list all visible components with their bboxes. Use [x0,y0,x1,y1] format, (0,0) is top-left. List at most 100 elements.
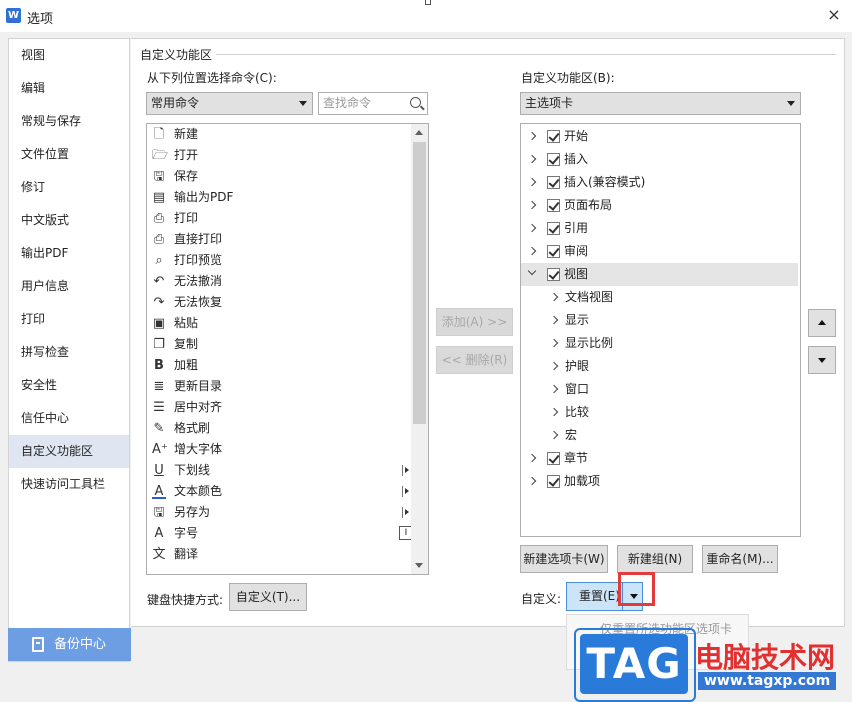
sidebar-item[interactable]: 快速访问工具栏 [9,468,129,501]
tab-checkbox[interactable] [547,268,560,281]
chevron-right-icon[interactable] [549,338,559,348]
chevron-right-icon[interactable] [549,292,559,302]
command-list-item[interactable]: 🖫 保存 [149,166,411,187]
backup-center-button[interactable]: 备份中心 [8,628,131,661]
chevron-right-icon[interactable] [549,384,559,394]
sidebar-item[interactable]: 修订 [9,171,129,204]
tab-checkbox[interactable] [547,452,560,465]
chevron-right-icon[interactable] [549,430,559,440]
command-list-item[interactable]: U 下划线 [149,460,411,481]
move-up-button[interactable] [808,309,836,337]
chevron-right-icon[interactable] [527,200,537,210]
move-down-button[interactable] [808,346,836,374]
sidebar-item[interactable]: 文件位置 [9,138,129,171]
command-source-dropdown[interactable]: 常用命令 [146,92,313,115]
chevron-down-icon[interactable] [527,266,537,276]
command-list-item[interactable]: 文翻译 [149,544,411,565]
ribbon-tab-tree[interactable]: 开始插入插入(兼容模式) 页面布局 引用 审阅 视图 文档视图 显示 显示比例 护眼 窗口 比较宏章… [520,123,801,537]
command-list-scrollbar[interactable] [411,124,428,574]
customizations-label: 自定义: [521,592,562,606]
sidebar-item[interactable]: 打印 [9,303,129,336]
sidebar-item[interactable]: 安全性 [9,369,129,402]
chevron-right-icon[interactable] [527,246,537,256]
sidebar-item[interactable]: 自定义功能区 [9,435,129,468]
add-button[interactable]: 添加(A) >> [436,308,513,336]
scroll-down-icon[interactable] [415,563,423,568]
sidebar-item[interactable]: 中文版式 [9,204,129,237]
wps-app-icon: W [6,8,21,23]
chevron-right-icon[interactable] [527,154,537,164]
ribbon-tab-node[interactable]: 页面布局 [521,194,798,217]
ribbon-tab-node[interactable]: 插入 [521,148,798,171]
ribbon-tab-node[interactable]: 视图 [521,263,798,286]
sidebar-item[interactable]: 视图 [9,39,129,72]
ribbon-group-node[interactable]: 护眼 [521,355,798,378]
remove-button[interactable]: << 删除(R) [436,346,513,374]
tab-checkbox[interactable] [547,153,560,166]
ribbon-tab-node[interactable]: 审阅 [521,240,798,263]
ribbon-group-node[interactable]: 宏 [521,424,798,447]
command-list-item[interactable]: ▤ 输出为PDF [149,187,411,208]
ribbon-group-node[interactable]: 显示 [521,309,798,332]
ribbon-group-node[interactable]: 窗口 [521,378,798,401]
search-icon[interactable] [410,97,421,108]
command-list-item[interactable]: B 加粗 [149,355,411,376]
tab-checkbox[interactable] [547,199,560,212]
ribbon-tab-node[interactable]: 开始 [521,125,798,148]
ribbon-tab-node[interactable]: 加载项 [521,470,798,493]
command-list-item[interactable]: A⁺ 增大字体 [149,439,411,460]
command-list-item[interactable]: 🗋 新建 [149,124,411,145]
tree-node-label: 插入 [564,152,589,166]
new-group-button[interactable]: 新建组(N) [617,545,693,573]
chevron-right-icon[interactable] [527,177,537,187]
ribbon-tab-node[interactable]: 章节 [521,447,798,470]
chevron-right-icon[interactable] [549,361,559,371]
command-search-input[interactable]: 查找命令 [318,92,428,115]
command-list-item[interactable]: ☰ 居中对齐 [149,397,411,418]
sidebar-item[interactable]: 用户信息 [9,270,129,303]
command-list-item[interactable]: ✎ 格式刷 [149,418,411,439]
tab-checkbox[interactable] [547,176,560,189]
ribbon-group-node[interactable]: 文档视图 [521,286,798,309]
command-list-item[interactable]: 🖫 另存为 [149,502,411,523]
command-list-item[interactable]: A 文本颜色 [149,481,411,502]
chevron-right-icon[interactable] [527,476,537,486]
command-list-item[interactable]: ↷ 无法恢复 [149,292,411,313]
scroll-thumb[interactable] [413,142,426,424]
sidebar-item[interactable]: 编辑 [9,72,129,105]
command-list[interactable]: 文翻译 A 字号 I 🖫 另存为 A 文本颜色 U 下划线 A⁺ 增大字体 ✎ 格式刷 ☰ 居中对齐 ≣ 更新目录… [146,123,429,575]
chevron-right-icon[interactable] [527,131,537,141]
command-list-item[interactable]: A 字号 I [149,523,413,544]
customize-shortcut-button[interactable]: 自定义(T)... [229,583,307,611]
command-list-item[interactable]: ⎙ 直接打印 [149,229,411,250]
chevron-right-icon[interactable] [549,315,559,325]
ribbon-scope-dropdown[interactable]: 主选项卡 [520,92,801,115]
tab-checkbox[interactable] [547,245,560,258]
sidebar-item[interactable]: 信任中心 [9,402,129,435]
tab-checkbox[interactable] [547,475,560,488]
command-list-item[interactable]: ❐ 复制 [149,334,411,355]
sidebar-item[interactable]: 常规与保存 [9,105,129,138]
ribbon-group-node[interactable]: 比较 [521,401,798,424]
ribbon-tab-node[interactable]: 引用 [521,217,798,240]
chevron-right-icon[interactable] [527,453,537,463]
command-list-item[interactable]: ⌕ 打印预览 [149,250,411,271]
command-list-item[interactable]: ≣ 更新目录 [149,376,411,397]
command-list-item[interactable]: ↶ 无法撤消 [149,271,411,292]
ribbon-tab-node[interactable]: 插入(兼容模式) [521,171,798,194]
chevron-right-icon[interactable] [527,223,537,233]
close-icon[interactable]: × [824,5,844,25]
scroll-up-icon[interactable] [415,130,423,135]
command-list-item[interactable]: ⎙ 打印 [149,208,411,229]
resize-grip[interactable] [425,0,431,5]
tab-checkbox[interactable] [547,130,560,143]
sidebar-item[interactable]: 拼写检查 [9,336,129,369]
ribbon-group-node[interactable]: 显示比例 [521,332,798,355]
tab-checkbox[interactable] [547,222,560,235]
chevron-right-icon[interactable] [549,407,559,417]
command-list-item[interactable]: ▣ 粘贴 [149,313,411,334]
sidebar-item[interactable]: 输出PDF [9,237,129,270]
command-list-item[interactable]: 🗁 打开 [149,145,411,166]
new-tab-button[interactable]: 新建选项卡(W) [520,545,608,573]
rename-button[interactable]: 重命名(M)... [702,545,778,573]
